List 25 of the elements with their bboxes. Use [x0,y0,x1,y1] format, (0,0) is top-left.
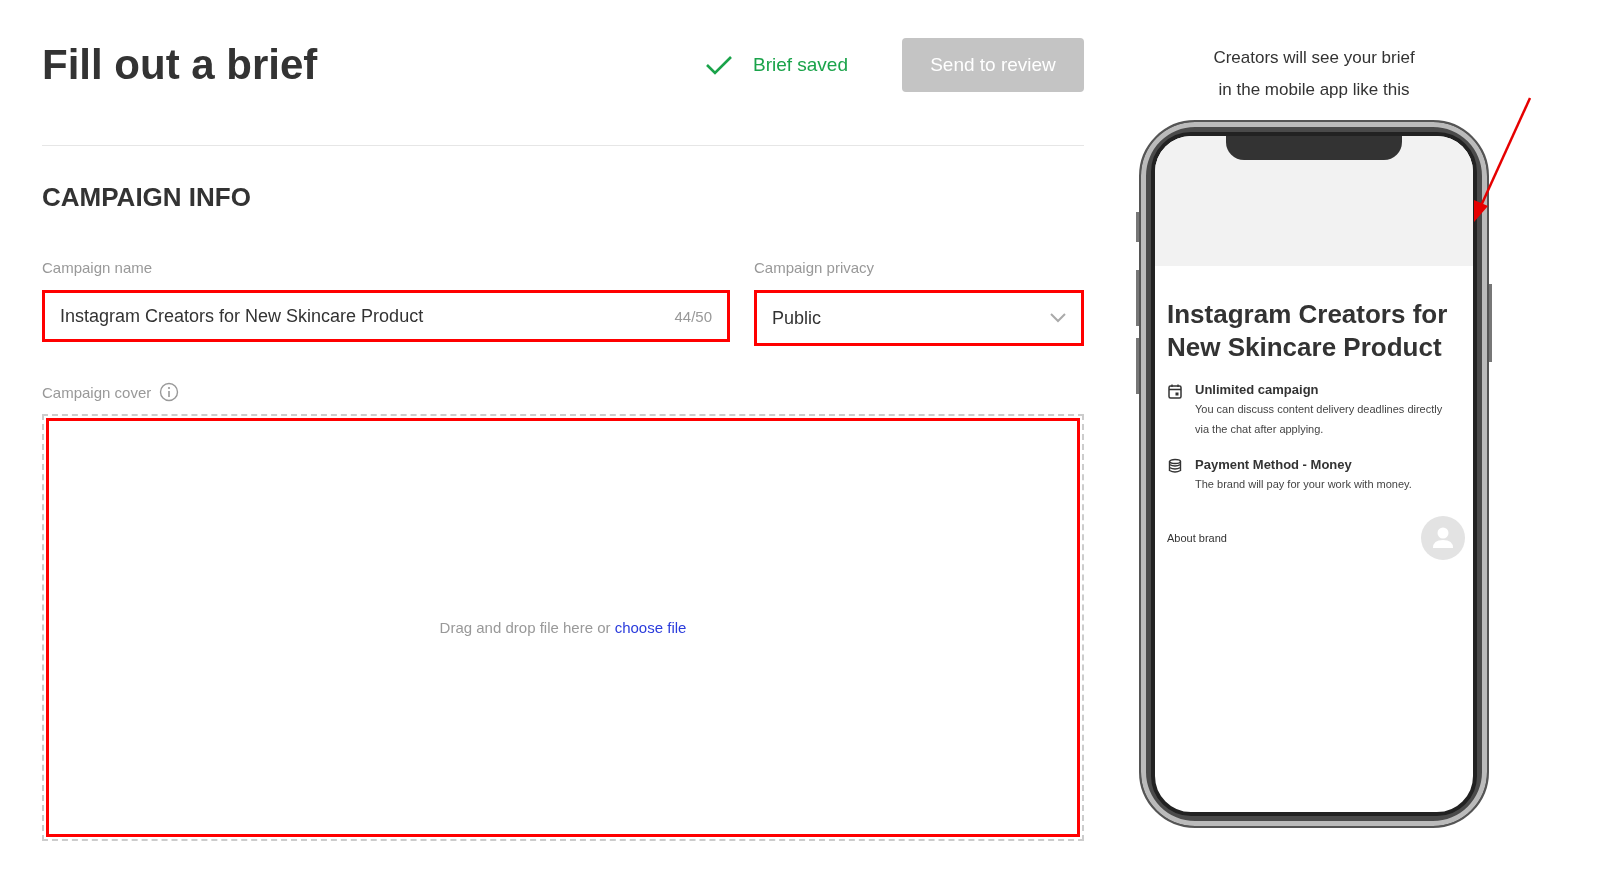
page-title: Fill out a brief [42,41,318,89]
coin-stack-icon [1167,458,1183,474]
privacy-dropdown[interactable]: Public [754,290,1084,346]
chevron-down-icon [1050,313,1066,323]
detail-heading: Unlimited campaign [1195,382,1320,397]
about-brand-label: About brand [1167,532,1227,544]
field-label: Campaign cover [42,383,152,401]
detail-heading: Payment Method - Money [1195,457,1353,472]
choose-file-link[interactable]: choose file [614,619,687,636]
avatar-icon [1421,516,1465,560]
field-label: Campaign name [42,259,154,276]
save-status: Brief saved [752,54,848,76]
preview-title: Instagram Creators for New Skincare Product [1167,298,1449,364]
info-icon[interactable] [159,382,180,402]
drop-prompt: Drag and drop file here or choose file [439,619,687,636]
campaign-name-field[interactable]: Instagram Creators for New Skincare Product 44/50 [42,290,730,342]
field-label: Campaign privacy [754,259,876,276]
detail-text: The brand will pay for your work with money. [1195,477,1412,492]
calendar-icon [1167,383,1183,399]
section-title: CAMPAIGN INFO [42,182,252,213]
preview-caption: Creators will see your brief in the mobile app like this [1213,47,1415,101]
check-icon [704,54,733,76]
detail-text: You can discuss content delivery deadlines directly via the chat after applying. [1195,402,1444,437]
file-drop-zone[interactable]: Drag and drop file here or choose file [42,414,1084,841]
character-counter: 44/50 [674,307,712,325]
